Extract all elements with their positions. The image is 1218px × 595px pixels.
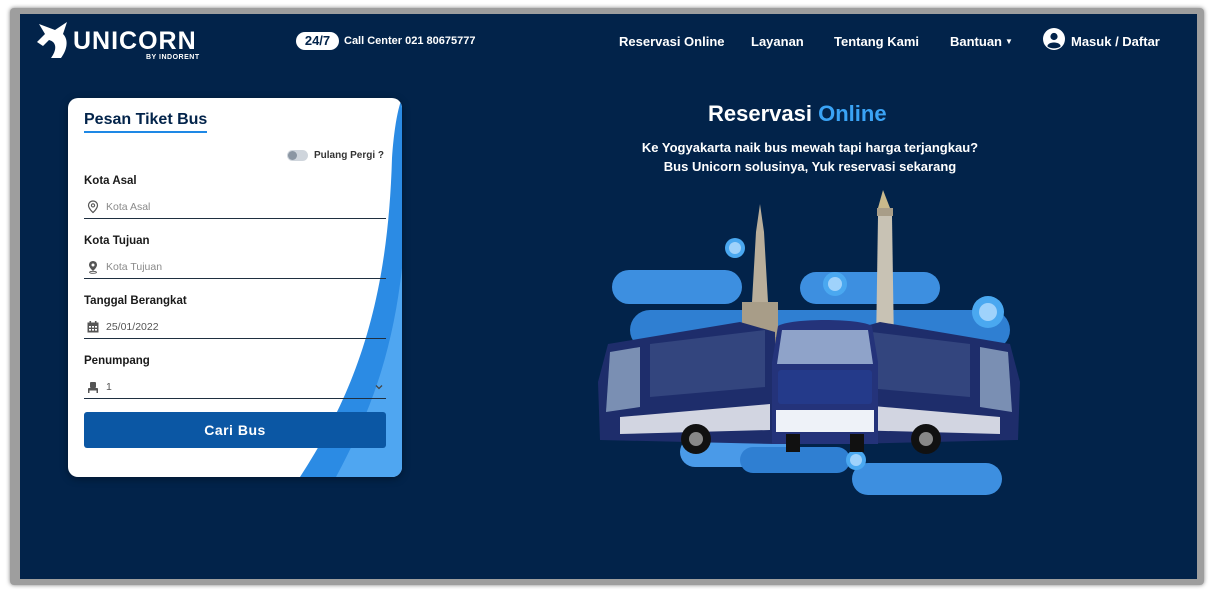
chevron-down-icon (375, 385, 383, 390)
brand-name: UNICORN (73, 27, 197, 55)
unicorn-logo[interactable]: UNICORN BY INDORENT (33, 18, 213, 64)
destination-label: Kota Tujuan (84, 235, 150, 247)
nav-layanan[interactable]: Layanan (751, 34, 804, 49)
caret-down-icon: ▼ (1005, 37, 1013, 46)
nav-masuk-daftar[interactable]: Masuk / Daftar (1071, 34, 1160, 49)
search-bus-button[interactable]: Cari Bus (84, 412, 386, 448)
hero-subtitle-line1: Ke Yogyakarta naik bus mewah tapi harga … (641, 140, 979, 155)
nav-bantuan-label: Bantuan (950, 34, 1002, 49)
bus-illustration (598, 190, 1020, 495)
departure-date-value: 25/01/2022 (106, 321, 159, 333)
passenger-label: Penumpang (84, 355, 150, 367)
calendar-icon (87, 321, 99, 333)
nav-bantuan[interactable]: Bantuan ▼ (950, 34, 1013, 49)
origin-label: Kota Asal (84, 175, 137, 187)
hero-title-main: Reservasi (708, 101, 812, 126)
destination-input[interactable]: Kota Tujuan (84, 255, 386, 279)
hero-title: Reservasi Online (708, 101, 887, 127)
location-marker-icon (89, 261, 97, 274)
passenger-select[interactable]: 1 (84, 375, 386, 399)
user-account-icon[interactable] (1043, 28, 1065, 50)
form-title: Pesan Tiket Bus (84, 111, 208, 133)
location-pin-icon (87, 200, 99, 214)
call-center-text: Call Center 021 80675777 (344, 35, 476, 47)
page: UNICORN BY INDORENT 24/7 Call Center 021… (20, 14, 1197, 579)
hero-subtitle-line2: Bus Unicorn solusinya, Yuk reservasi sek… (663, 159, 957, 174)
seat-icon (88, 382, 98, 393)
date-label: Tanggal Berangkat (84, 295, 187, 307)
brand-subtitle: BY INDORENT (146, 54, 200, 61)
origin-input[interactable]: Kota Asal (84, 195, 386, 219)
support-badge: 24/7 (296, 32, 339, 50)
destination-placeholder: Kota Tujuan (106, 261, 163, 273)
departure-date-input[interactable]: 25/01/2022 (84, 315, 386, 339)
nav-reservasi-online[interactable]: Reservasi Online (619, 34, 725, 49)
unicorn-head-icon (37, 22, 67, 58)
origin-placeholder: Kota Asal (106, 201, 151, 213)
round-trip-label: Pulang Pergi ? (314, 150, 385, 161)
nav-tentang-kami[interactable]: Tentang Kami (834, 34, 919, 49)
hero-title-accent: Online (818, 101, 887, 126)
round-trip-toggle[interactable] (287, 150, 308, 161)
booking-form-card: Pesan Tiket Bus Pulang Pergi ? Kota Asal… (68, 98, 402, 477)
passenger-value: 1 (106, 381, 112, 393)
